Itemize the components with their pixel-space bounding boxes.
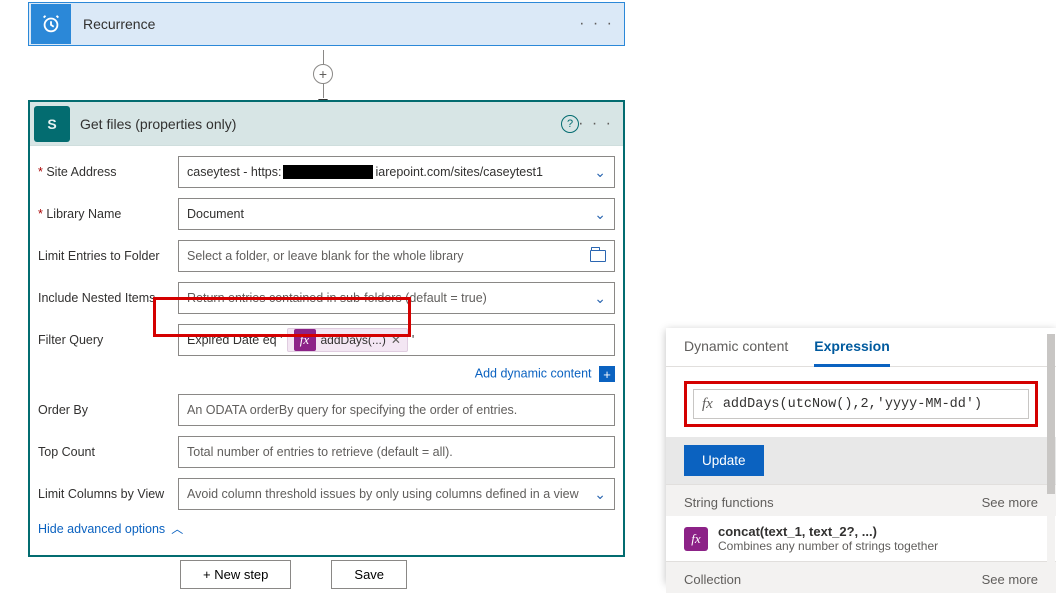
collection-label: Collection (684, 572, 741, 587)
chevron-down-icon[interactable]: ⌄ (594, 290, 606, 307)
fx-icon: fx (294, 329, 316, 351)
site-address-dropdown[interactable]: caseytest - https: iarepoint.com/sites/c… (178, 156, 615, 188)
add-dynamic-content-link[interactable]: Add dynamic content (475, 366, 592, 380)
chevron-down-icon[interactable]: ⌄ (594, 206, 606, 223)
expression-tabs: Dynamic content Expression (666, 328, 1056, 367)
expression-value: addDays(utcNow(),2,'yyyy-MM-dd') (723, 397, 982, 412)
help-icon[interactable]: ? (561, 115, 579, 133)
add-step-between-button[interactable]: + (313, 64, 333, 84)
bottom-buttons: + New step Save (180, 560, 407, 589)
get-files-header[interactable]: S Get files (properties only) ? · · · (30, 102, 623, 146)
new-step-button[interactable]: + New step (180, 560, 291, 589)
tab-expression[interactable]: Expression (814, 338, 889, 367)
collection-group: Collection See more (666, 561, 1056, 593)
clock-icon (31, 4, 71, 44)
filter-query-label: Filter Query (38, 333, 178, 347)
limit-folder-placeholder: Select a folder, or leave blank for the … (187, 249, 464, 263)
limit-columns-placeholder: Avoid column threshold issues by only us… (187, 487, 579, 501)
filter-query-input[interactable]: Expired Date eq ' fx addDays(...) ✕ ' (178, 324, 615, 356)
limit-columns-dropdown[interactable]: Avoid column threshold issues by only us… (178, 478, 615, 510)
add-dynamic-row: Add dynamic content + (178, 366, 615, 382)
function-description: Combines any number of strings together (718, 539, 938, 553)
sharepoint-icon: S (34, 106, 70, 142)
update-button[interactable]: Update (684, 445, 764, 476)
plus-icon[interactable]: + (599, 366, 615, 382)
limit-columns-label: Limit Columns by View (38, 487, 178, 501)
chevron-down-icon[interactable]: ⌄ (594, 486, 606, 503)
get-files-card: S Get files (properties only) ? · · · Si… (28, 100, 625, 557)
library-name-dropdown[interactable]: Document ⌄ (178, 198, 615, 230)
library-name-value: Document (187, 207, 244, 221)
hide-advanced-toggle[interactable]: Hide advanced options ︿ (38, 520, 615, 537)
library-name-label: Library Name (38, 207, 178, 221)
annotation-highlight: fx addDays(utcNow(),2,'yyyy-MM-dd') (684, 381, 1038, 427)
limit-folder-input[interactable]: Select a folder, or leave blank for the … (178, 240, 615, 272)
top-count-input[interactable]: Total number of entries to retrieve (def… (178, 436, 615, 468)
include-nested-dropdown[interactable]: Return entries contained in sub-folders … (178, 282, 615, 314)
save-button[interactable]: Save (331, 560, 407, 589)
recurrence-title: Recurrence (83, 16, 155, 32)
more-menu-icon[interactable]: · · · (579, 15, 614, 33)
see-more-link[interactable]: See more (982, 495, 1038, 510)
filter-query-trailing-quote: ' (412, 333, 414, 347)
more-menu-icon[interactable]: · · · (578, 115, 613, 133)
get-files-title: Get files (properties only) (80, 116, 236, 132)
expression-token-label: addDays(...) (321, 333, 386, 347)
scrollbar-thumb[interactable] (1047, 334, 1055, 494)
order-by-input[interactable]: An ODATA orderBy query for specifying th… (178, 394, 615, 426)
top-count-placeholder: Total number of entries to retrieve (def… (187, 445, 453, 459)
top-count-label: Top Count (38, 445, 178, 459)
limit-folder-label: Limit Entries to Folder (38, 249, 178, 263)
chevron-up-icon: ︿ (171, 520, 183, 537)
site-address-value-prefix: caseytest - https: (187, 165, 281, 179)
see-more-link[interactable]: See more (982, 572, 1038, 587)
include-nested-label: Include Nested Items (38, 291, 178, 305)
filter-query-text: Expired Date eq ' (187, 333, 283, 347)
fx-icon: fx (702, 396, 713, 413)
expression-input[interactable]: fx addDays(utcNow(),2,'yyyy-MM-dd') (693, 389, 1029, 419)
string-functions-group: String functions See more (666, 484, 1056, 516)
site-address-value-suffix: iarepoint.com/sites/caseytest1 (375, 165, 542, 179)
scrollbar[interactable] (1047, 334, 1055, 574)
function-name: concat(text_1, text_2?, ...) (718, 524, 938, 539)
tab-dynamic-content[interactable]: Dynamic content (684, 338, 788, 366)
chevron-down-icon[interactable]: ⌄ (594, 164, 606, 181)
folder-icon[interactable] (590, 250, 606, 262)
order-by-placeholder: An ODATA orderBy query for specifying th… (187, 403, 517, 417)
hide-advanced-label: Hide advanced options (38, 522, 165, 536)
site-address-label: Site Address (38, 165, 178, 179)
remove-token-icon[interactable]: ✕ (391, 333, 401, 347)
fx-icon: fx (684, 527, 708, 551)
include-nested-placeholder: Return entries contained in sub-folders … (187, 291, 487, 305)
function-concat[interactable]: fx concat(text_1, text_2?, ...) Combines… (666, 516, 1056, 561)
order-by-label: Order By (38, 403, 178, 417)
recurrence-card[interactable]: Recurrence · · · (28, 2, 625, 46)
redacted-text (283, 165, 373, 179)
connector: + (313, 50, 333, 106)
expression-panel: Dynamic content Expression fx addDays(ut… (666, 328, 1056, 582)
string-functions-label: String functions (684, 495, 774, 510)
expression-token[interactable]: fx addDays(...) ✕ (287, 328, 408, 352)
